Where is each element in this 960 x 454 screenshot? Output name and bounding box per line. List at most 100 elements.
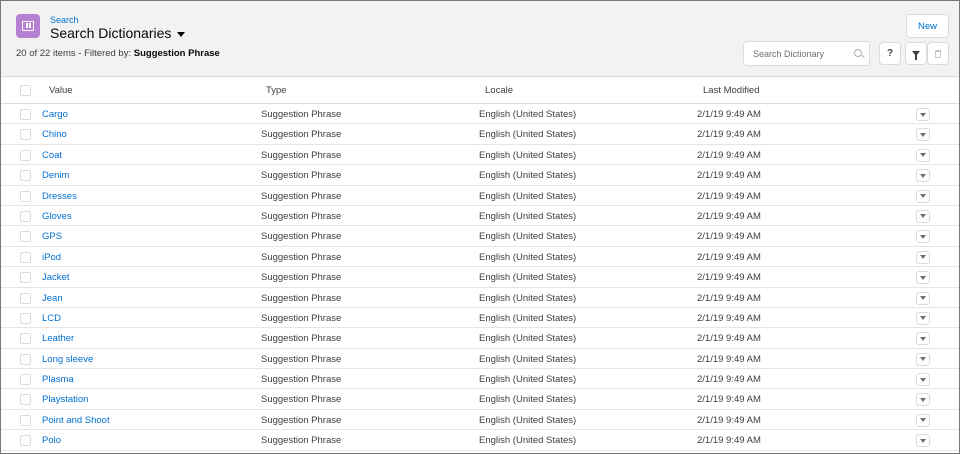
row-checkbox[interactable]: [20, 210, 31, 222]
row-actions-button[interactable]: [916, 128, 930, 142]
value-link[interactable]: Jacket: [42, 272, 69, 283]
value-link[interactable]: Playstation: [42, 394, 88, 405]
type-cell: Suggestion Phrase: [261, 333, 342, 345]
row-actions-button[interactable]: [916, 393, 930, 407]
table-row: Coat Suggestion Phrase English (United Sta…: [1, 145, 959, 166]
table-row: Jean Suggestion Phrase English (United Sta…: [1, 288, 959, 308]
row-checkbox[interactable]: [20, 374, 31, 386]
help-button[interactable]: ?: [879, 42, 901, 65]
row-actions-button[interactable]: [916, 352, 930, 366]
chevron-down-icon: [920, 377, 926, 382]
locale-cell: English (United States): [479, 210, 577, 222]
type-cell: Suggestion Phrase: [261, 353, 342, 365]
row-actions-button[interactable]: [916, 413, 930, 427]
type-cell: Suggestion Phrase: [261, 190, 342, 202]
row-actions-button[interactable]: [916, 250, 930, 264]
locale-cell: English (United States): [479, 272, 577, 284]
value-link[interactable]: Long sleeve: [42, 354, 93, 365]
value-link[interactable]: Dresses: [42, 191, 77, 202]
value-link[interactable]: Chino: [42, 129, 67, 140]
last-modified-cell: 2/1/19 9:49 AM: [697, 129, 761, 141]
value-link[interactable]: Point and Shoot: [42, 415, 110, 426]
row-actions-button[interactable]: [916, 373, 930, 387]
filter-name: Suggestion Phrase: [133, 48, 220, 59]
table-row: iPod Suggestion Phrase English (United Sta…: [1, 247, 959, 268]
new-button[interactable]: New: [906, 14, 949, 38]
row-actions-button[interactable]: [916, 169, 930, 183]
delete-button[interactable]: [927, 42, 949, 65]
filter-button[interactable]: [905, 42, 927, 65]
locale-cell: English (United States): [479, 251, 577, 263]
row-actions-button[interactable]: [916, 434, 930, 448]
row-actions-button[interactable]: [916, 332, 930, 346]
type-cell: Suggestion Phrase: [261, 129, 342, 141]
row-checkbox[interactable]: [20, 190, 31, 202]
row-checkbox[interactable]: [20, 312, 31, 324]
locale-cell: English (United States): [479, 149, 577, 161]
type-cell: Suggestion Phrase: [261, 272, 342, 284]
value-link[interactable]: GPS: [42, 231, 62, 242]
row-checkbox[interactable]: [20, 149, 31, 161]
row-checkbox[interactable]: [20, 414, 31, 426]
column-header-locale[interactable]: Locale: [485, 85, 513, 96]
row-checkbox[interactable]: [20, 333, 31, 345]
row-checkbox[interactable]: [20, 129, 31, 141]
row-checkbox[interactable]: [20, 170, 31, 182]
last-modified-cell: 2/1/19 9:49 AM: [697, 394, 761, 406]
list-view-selector[interactable]: Search Dictionaries: [50, 25, 186, 41]
locale-cell: English (United States): [479, 231, 577, 243]
table-header: Value Type Locale Last Modified: [1, 77, 959, 104]
row-checkbox[interactable]: [20, 292, 31, 304]
last-modified-cell: 2/1/19 9:49 AM: [697, 312, 761, 324]
row-actions-button[interactable]: [916, 291, 930, 305]
chevron-down-icon: [920, 438, 926, 443]
table-row: Chino Suggestion Phrase English (United St…: [1, 124, 959, 145]
table-row: Cargo Suggestion Phrase English (United St…: [1, 104, 959, 125]
locale-cell: English (United States): [479, 353, 577, 365]
row-checkbox[interactable]: [20, 353, 31, 365]
type-cell: Suggestion Phrase: [261, 435, 342, 447]
value-link[interactable]: Polo: [42, 435, 61, 446]
locale-cell: English (United States): [479, 374, 577, 386]
row-checkbox[interactable]: [20, 251, 31, 263]
row-checkbox[interactable]: [20, 394, 31, 406]
column-header-value[interactable]: Value: [49, 85, 73, 96]
row-actions-button[interactable]: [916, 311, 930, 325]
value-link[interactable]: Leather: [42, 333, 74, 344]
value-link[interactable]: Plasma: [42, 374, 74, 385]
value-link[interactable]: Cargo: [42, 109, 68, 120]
column-header-last-modified[interactable]: Last Modified: [703, 85, 760, 96]
last-modified-cell: 2/1/19 9:49 AM: [697, 353, 761, 365]
value-link[interactable]: iPod: [42, 252, 61, 263]
row-checkbox[interactable]: [20, 231, 31, 243]
last-modified-cell: 2/1/19 9:49 AM: [697, 292, 761, 304]
value-link[interactable]: Coat: [42, 150, 62, 161]
chevron-down-icon: [920, 357, 926, 362]
row-checkbox[interactable]: [20, 109, 31, 120]
table-row: Denim Suggestion Phrase English (United St…: [1, 165, 959, 186]
row-actions-button[interactable]: [916, 230, 930, 244]
row-actions-button[interactable]: [916, 108, 930, 121]
value-link[interactable]: LCD: [42, 313, 61, 324]
locale-cell: English (United States): [479, 333, 577, 345]
row-actions-button[interactable]: [916, 189, 930, 203]
search-input[interactable]: Search Dictionary: [743, 41, 870, 66]
table-row: Long sleeve Suggestion Phrase English (Uni…: [1, 349, 959, 370]
chevron-down-icon: [920, 255, 926, 260]
row-actions-button[interactable]: [916, 209, 930, 223]
last-modified-cell: 2/1/19 9:49 AM: [697, 435, 761, 447]
row-checkbox[interactable]: [20, 272, 31, 284]
column-header-type[interactable]: Type: [266, 85, 287, 96]
value-link[interactable]: Jean: [42, 293, 63, 304]
breadcrumb[interactable]: Search: [50, 15, 79, 25]
chevron-down-icon: [920, 234, 926, 239]
row-checkbox[interactable]: [20, 435, 31, 447]
value-link[interactable]: Denim: [42, 170, 69, 181]
chevron-down-icon[interactable]: [177, 32, 186, 37]
value-link[interactable]: Gloves: [42, 211, 72, 222]
row-actions-button[interactable]: [916, 148, 930, 162]
row-actions-button[interactable]: [916, 271, 930, 285]
type-cell: Suggestion Phrase: [261, 210, 342, 222]
select-all-checkbox[interactable]: [20, 85, 31, 96]
chevron-down-icon: [920, 112, 926, 117]
